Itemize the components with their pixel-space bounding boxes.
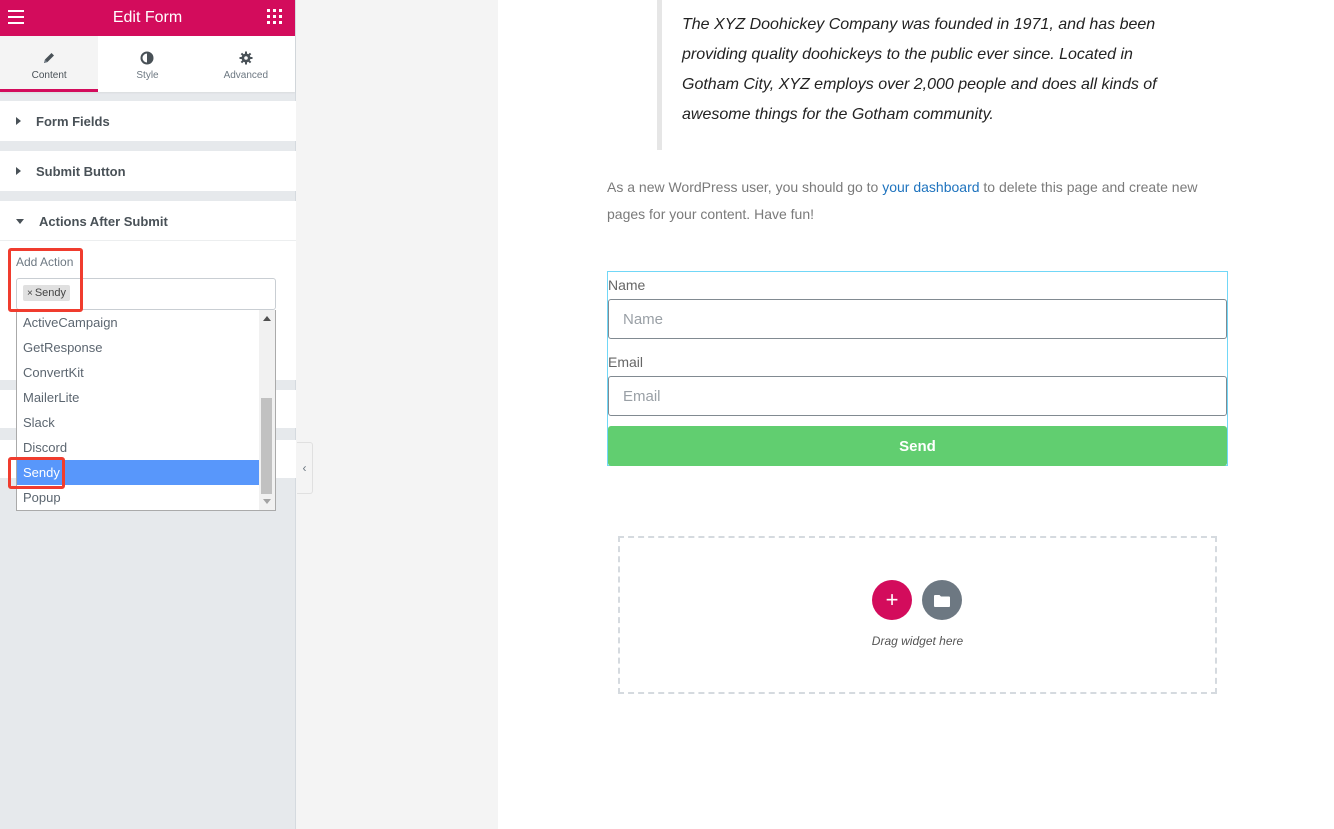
hamburger-menu-icon[interactable] (8, 10, 24, 24)
caret-right-icon (16, 167, 21, 175)
tab-advanced[interactable]: Advanced (197, 36, 295, 92)
folder-icon (934, 594, 950, 607)
pencil-icon (44, 52, 55, 63)
scrollbar-thumb[interactable] (261, 398, 272, 494)
scroll-up-arrow-icon[interactable] (263, 316, 271, 321)
option-popup[interactable]: Popup (17, 485, 259, 510)
caret-right-icon (16, 117, 21, 125)
panel-header: Edit Form (0, 0, 295, 36)
tab-style[interactable]: Style (98, 36, 196, 92)
section-form-fields[interactable]: Form Fields (0, 101, 296, 141)
option-activecampaign[interactable]: ActiveCampaign (17, 310, 259, 335)
tab-content-label: Content (31, 69, 67, 81)
tab-content[interactable]: Content (0, 36, 99, 92)
drag-widget-text: Drag widget here (871, 634, 964, 648)
selected-action-tag-label: Sendy (34, 287, 67, 299)
dashboard-link[interactable]: your dashboard (882, 179, 979, 195)
gear-icon (239, 51, 253, 64)
add-template-button[interactable] (922, 580, 962, 620)
widgets-grid-icon[interactable] (267, 9, 282, 24)
section-actions-after-submit[interactable]: Actions After Submit (0, 201, 296, 241)
email-field-label: Email (608, 354, 644, 370)
plus-icon: + (885, 587, 899, 612)
add-action-label: Add Action (16, 255, 74, 269)
add-action-dropdown: ActiveCampaign GetResponse ConvertKit Ma… (16, 310, 276, 511)
caret-down-icon (16, 218, 24, 224)
name-field-label: Name (608, 277, 646, 293)
paragraph-text-before: As a new WordPress user, you should go t… (607, 179, 883, 195)
widget-dropzone[interactable]: + Drag widget here (618, 536, 1217, 694)
option-discord[interactable]: Discord (17, 435, 259, 460)
chevron-left-icon: ‹ (302, 461, 307, 475)
option-mailerlite[interactable]: MailerLite (17, 385, 259, 410)
welcome-paragraph: As a new WordPress user, you should go t… (607, 174, 1227, 228)
option-slack[interactable]: Slack (17, 410, 259, 435)
section-actions-after-submit-label: Actions After Submit (39, 213, 168, 229)
option-convertkit[interactable]: ConvertKit (17, 360, 259, 385)
add-action-select[interactable]: × Sendy (16, 278, 276, 310)
panel-title: Edit Form (112, 9, 183, 26)
add-section-button[interactable]: + (872, 580, 912, 620)
scroll-down-arrow-icon[interactable] (263, 499, 271, 504)
option-getresponse[interactable]: GetResponse (17, 335, 259, 360)
email-input[interactable] (608, 376, 1227, 416)
form-widget[interactable]: Name Email Send (607, 271, 1228, 466)
tab-style-label: Style (136, 69, 159, 81)
tab-advanced-label: Advanced (223, 69, 269, 81)
send-button[interactable]: Send (608, 426, 1227, 466)
collapse-panel-button[interactable]: ‹ (297, 442, 313, 494)
name-input[interactable] (608, 299, 1227, 339)
panel-tabs: Content Style Advanced (0, 36, 295, 92)
remove-tag-icon[interactable]: × (27, 288, 33, 299)
section-submit-button[interactable]: Submit Button (0, 151, 296, 191)
section-form-fields-label: Form Fields (36, 113, 110, 129)
option-sendy[interactable]: Sendy (17, 460, 259, 485)
selected-action-tag: × Sendy (23, 285, 71, 301)
section-submit-button-label: Submit Button (36, 163, 126, 179)
company-quote: The XYZ Doohickey Company was founded in… (657, 0, 1177, 150)
dropdown-scrollbar[interactable] (259, 310, 275, 510)
half-circle-icon (140, 51, 154, 64)
